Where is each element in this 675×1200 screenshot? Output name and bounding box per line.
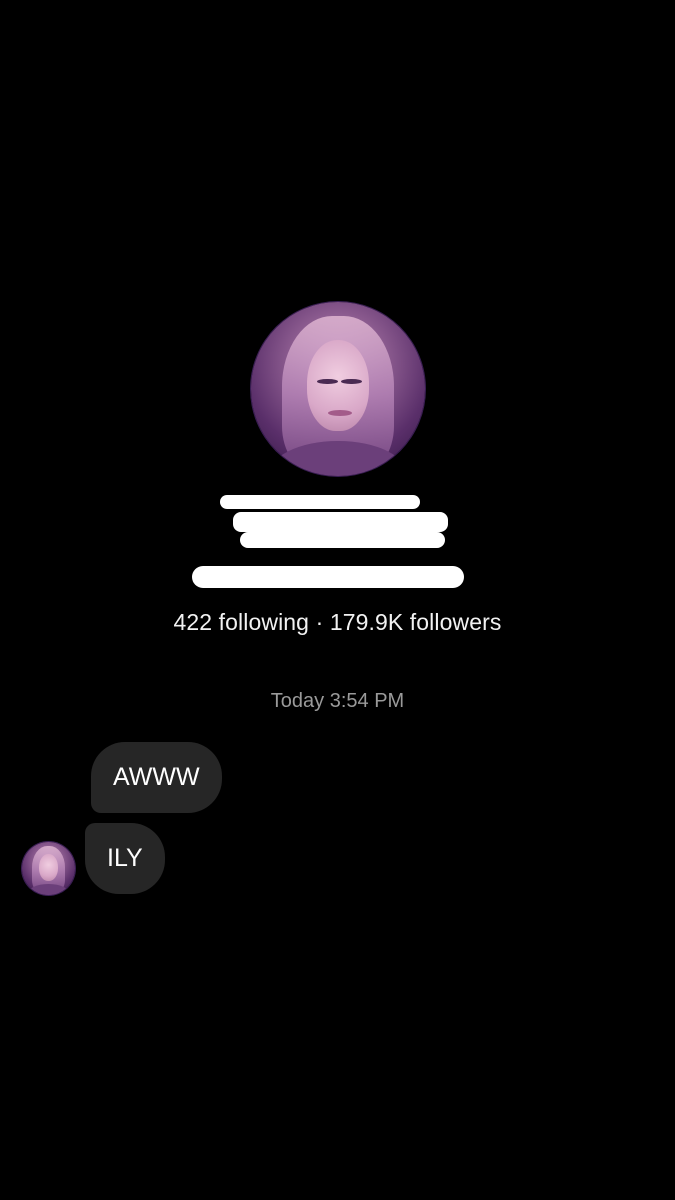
avatar-face [306, 340, 370, 431]
name-redaction [233, 512, 448, 532]
avatar-eye [341, 378, 363, 384]
message-text: AWWW [113, 763, 200, 791]
username-redaction [192, 566, 464, 588]
profile-avatar[interactable] [251, 302, 425, 476]
sender-avatar[interactable] [22, 842, 75, 895]
avatar-face [38, 853, 59, 882]
message-timestamp: Today 3:54 PM [270, 690, 405, 712]
name-redaction [240, 532, 445, 548]
avatar-lips [327, 409, 352, 416]
message-bubble[interactable]: AWWW [91, 742, 222, 813]
message-text: ILY [107, 844, 143, 872]
follow-stats: 422 following · 179.9K followers [173, 609, 502, 635]
avatar-eye [317, 378, 338, 384]
message-bubble[interactable]: ILY [85, 823, 165, 894]
name-redaction [220, 495, 420, 509]
avatar-shoulder [27, 884, 70, 895]
